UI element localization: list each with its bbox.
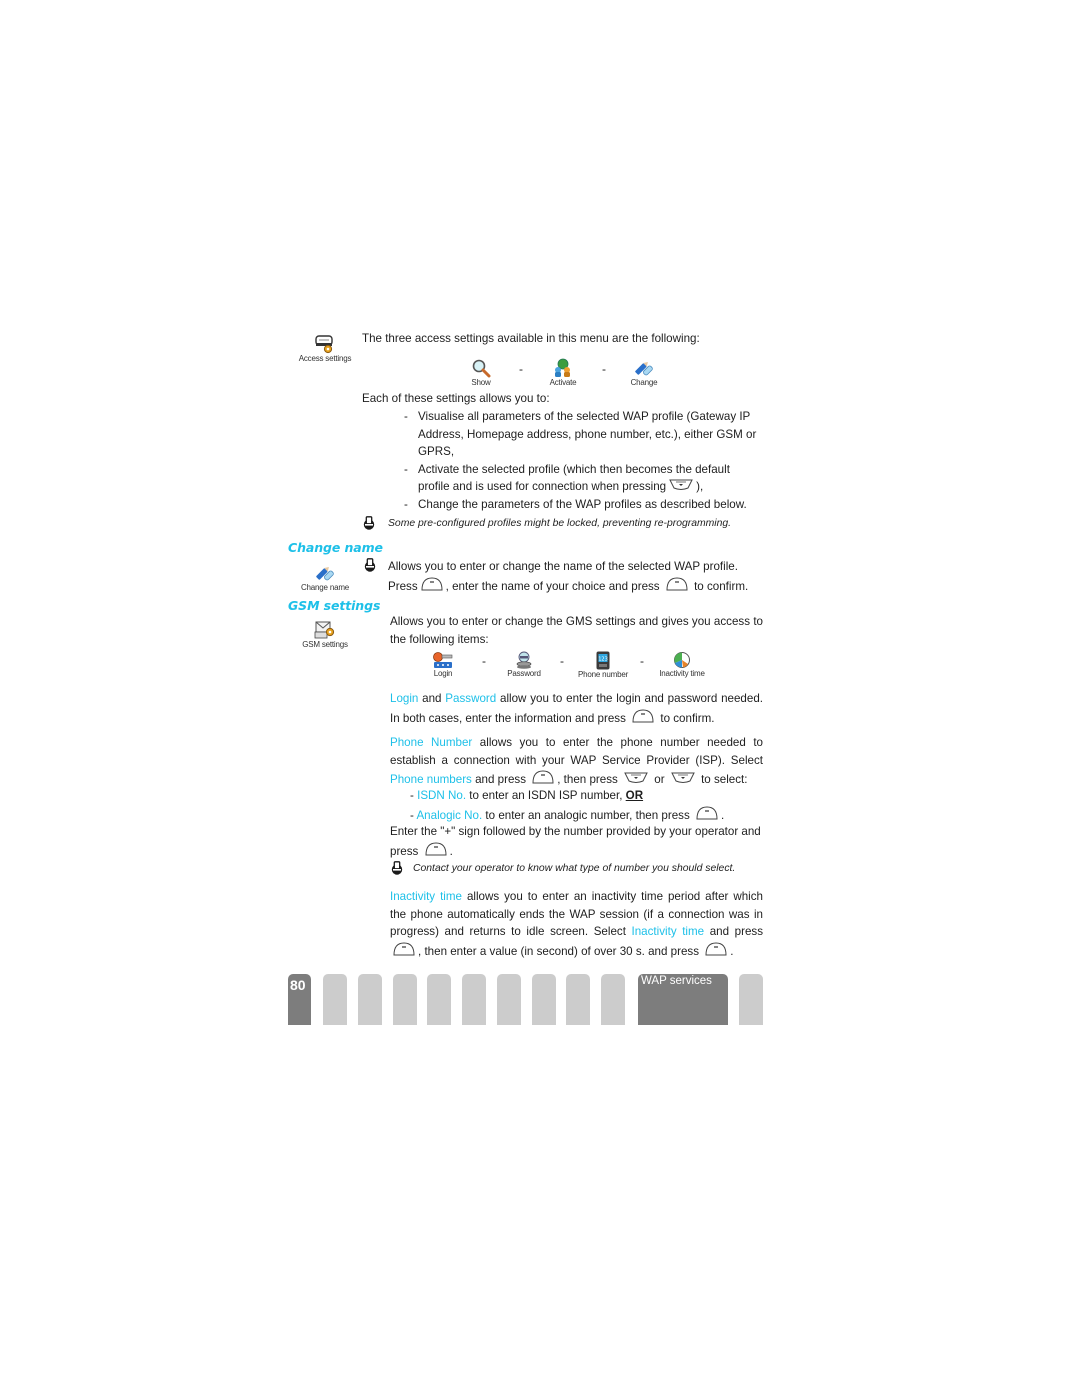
item-password-label: Password [507, 669, 541, 678]
item-phone-number-label: Phone number [577, 670, 629, 679]
gsm-settings-heading: GSM settings [288, 598, 381, 613]
page-number-tab: 80 [288, 974, 311, 1025]
login-key-icon [433, 652, 453, 668]
item-inactivity-time-label: Inactivity time [659, 669, 705, 678]
separator: - [602, 362, 606, 376]
bullet-item: Activate the selected profile (which the… [402, 461, 764, 496]
chapter-tab [566, 974, 590, 1025]
chapter-tab [497, 974, 521, 1025]
access-settings-label: Access settings [298, 354, 352, 363]
info-icon [363, 558, 377, 572]
option-activate-label: Activate [549, 378, 577, 387]
intro-text: The three access settings available in t… [362, 332, 700, 345]
option-change: Change [628, 358, 660, 387]
login-password-paragraph: Login and Password allow you to enter th… [390, 692, 763, 725]
info-icon [362, 516, 376, 530]
softkey-icon [424, 841, 448, 857]
gsm-settings-icon [314, 621, 335, 639]
pencil-icon [316, 566, 334, 581]
nav-key-icon [668, 478, 694, 492]
gsm-settings-sidebar: GSM settings [296, 620, 354, 649]
chapter-tab [358, 974, 382, 1025]
item-login: Login [428, 651, 458, 678]
isdn-option: - ISDN No. to enter an ISDN ISP number, … [410, 789, 644, 802]
clock-icon [674, 652, 690, 668]
chapter-tab [393, 974, 417, 1025]
svg-text:123: 123 [598, 657, 608, 663]
pencil-icon [635, 361, 653, 376]
chapter-tab [601, 974, 625, 1025]
plus-sign-paragraph: Enter the "+" sign followed by the numbe… [390, 825, 761, 858]
item-phone-number: 123 Phone number [576, 651, 630, 679]
nav-key-icon [670, 771, 696, 785]
gsm-settings-label: GSM settings [302, 640, 348, 649]
bullet-item: Visualise all parameters of the selected… [402, 408, 764, 461]
softkey-icon [704, 941, 728, 957]
password-safe-icon [516, 651, 532, 669]
page-number: 80 [290, 977, 306, 993]
separator: - [560, 654, 564, 668]
chapter-tab [427, 974, 451, 1025]
phone-number-paragraph: Phone Number allows you to enter the pho… [390, 736, 763, 787]
softkey-icon [392, 941, 416, 957]
analogic-option: - Analogic No. to enter an analogic numb… [410, 805, 724, 825]
change-name-description: Allows you to enter or change the name o… [388, 560, 749, 593]
chapter-tab [323, 974, 347, 1025]
bullet-item: Change the parameters of the WAP profile… [402, 496, 764, 514]
option-show: Show [468, 358, 494, 387]
change-name-heading: Change name [288, 540, 383, 555]
settings-bullets: Visualise all parameters of the selected… [402, 408, 764, 514]
info-icon [390, 861, 404, 875]
section-tab-label: WAP services [641, 975, 712, 987]
softkey-icon [531, 769, 555, 785]
item-login-label: Login [433, 669, 453, 678]
chapter-tab [532, 974, 556, 1025]
access-settings-icon [315, 335, 333, 354]
locked-profiles-note: Some pre-configured profiles might be lo… [388, 518, 732, 529]
allows-text: Each of these settings allows you to: [362, 392, 550, 405]
option-activate: Activate [546, 358, 580, 387]
nav-key-icon [623, 771, 649, 785]
softkey-icon [695, 805, 719, 821]
inactivity-time-paragraph: Inactivity time allows you to enter an i… [390, 890, 764, 958]
globe-people-icon [555, 358, 570, 377]
separator: - [519, 362, 523, 376]
gsm-settings-intro: Allows you to enter or change the GMS se… [390, 615, 763, 646]
softkey-icon [631, 708, 655, 724]
change-name-label: Change name [300, 583, 350, 592]
chapter-tab [739, 974, 763, 1025]
phone-icon: 123 [596, 651, 610, 670]
separator: - [482, 654, 486, 668]
item-password: Password [504, 651, 544, 678]
softkey-icon [420, 576, 444, 592]
section-tab-wap-services: WAP services [638, 974, 728, 1025]
separator: - [640, 654, 644, 668]
item-inactivity-time: Inactivity time [656, 651, 708, 678]
option-change-label: Change [630, 378, 658, 387]
change-name-sidebar: Change name [296, 563, 354, 592]
chapter-tab [462, 974, 486, 1025]
access-settings-sidebar: Access settings [296, 334, 354, 363]
operator-note: Contact your operator to know what type … [413, 863, 736, 874]
option-show-label: Show [471, 378, 491, 387]
magnifier-icon [472, 359, 491, 378]
softkey-icon [665, 576, 689, 592]
